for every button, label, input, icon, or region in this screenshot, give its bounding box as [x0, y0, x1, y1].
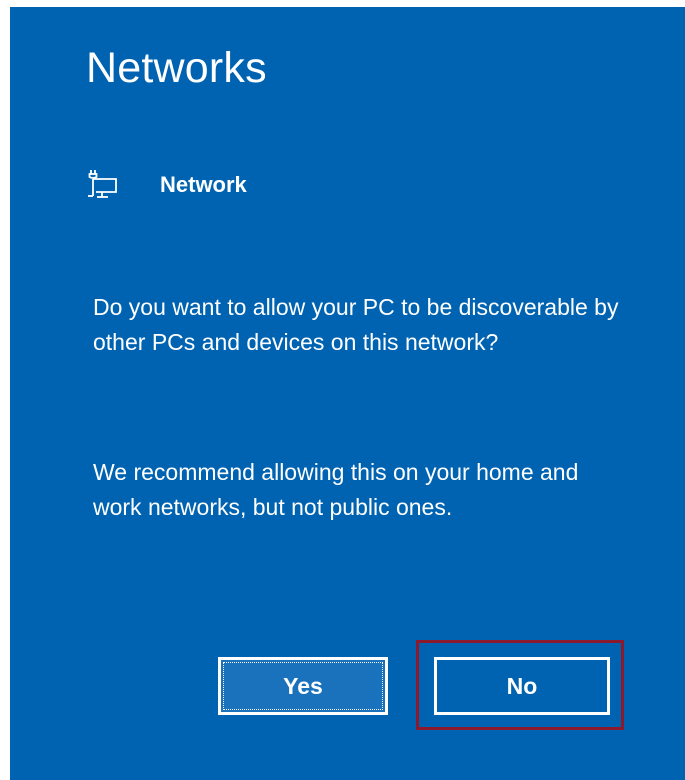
network-entry: Network — [86, 165, 247, 205]
network-name-label: Network — [160, 172, 247, 197]
discovery-prompt-text: Do you want to allow your PC to be disco… — [93, 294, 619, 355]
no-button[interactable]: No — [434, 657, 610, 715]
yes-button[interactable]: Yes — [218, 657, 388, 715]
wired-network-pc-icon — [86, 169, 118, 201]
recommendation-text: We recommend allowing this on your home … — [93, 459, 579, 520]
panel-title: Networks — [86, 44, 267, 92]
network-discovery-panel: Networks Network Do you want to allow yo… — [10, 7, 685, 780]
